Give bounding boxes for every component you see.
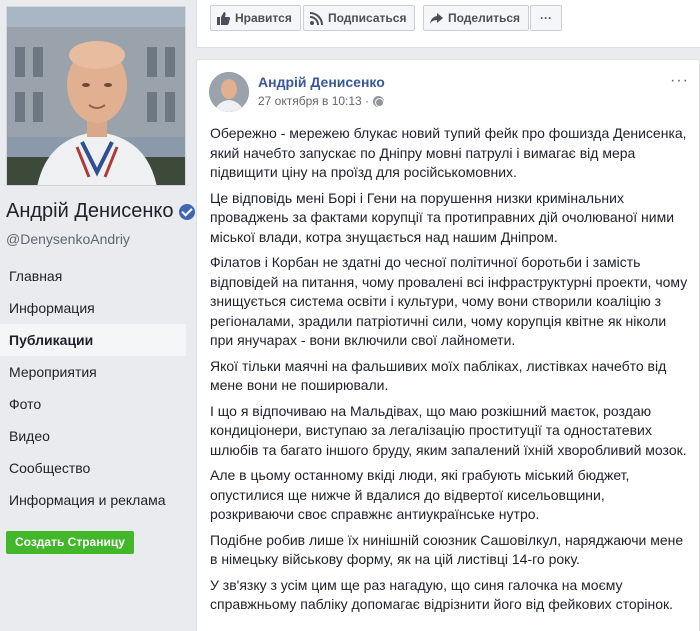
nav-item-posts[interactable]: Публикации: [0, 324, 186, 356]
post-menu-button[interactable]: ···: [670, 72, 689, 90]
post-card: Андрій Денисенко 27 октября в 10:13 · ··…: [196, 59, 700, 631]
nav-item-home[interactable]: Главная: [0, 260, 186, 292]
page-action-bar: Нравится Подписаться Поделиться ···: [196, 0, 700, 48]
subscribe-button[interactable]: Подписаться: [303, 5, 416, 31]
more-dots-icon: ···: [540, 11, 552, 25]
profile-photo-image: [7, 7, 185, 185]
nav-item-videos[interactable]: Видео: [0, 420, 186, 452]
subscribe-label: Подписаться: [328, 11, 407, 25]
page-nav: Главная Информация Публикации Мероприяти…: [0, 260, 186, 516]
profile-photo[interactable]: [6, 6, 186, 186]
post-paragraph: Філатов і Корбан не здатні до чесної пол…: [210, 254, 688, 348]
post-meta: 27 октября в 10:13 ·: [258, 94, 385, 108]
nav-item-photos[interactable]: Фото: [0, 388, 186, 420]
post-author-link[interactable]: Андрій Денисенко: [258, 74, 385, 90]
thumbs-up-icon: [217, 11, 230, 25]
share-button[interactable]: Поделиться: [423, 5, 530, 31]
post-paragraph: Обережно - мережею блукає новий тупий фе…: [210, 125, 687, 180]
left-column: Андрій Денисенко @DenysenkoAndriy Главна…: [0, 0, 195, 631]
nav-item-info-ads[interactable]: Информация и реклама: [0, 484, 186, 516]
like-label: Нравится: [235, 11, 292, 25]
nav-item-community[interactable]: Сообщество: [0, 452, 186, 484]
post-paragraph: Якої тільки маячні на фальшивих моїх паб…: [210, 357, 667, 394]
verified-badge-icon: [178, 203, 195, 220]
post-paragraph: І що я відпочиваю на Мальдівах, що маю р…: [210, 402, 687, 458]
share-label: Поделиться: [448, 11, 521, 25]
post-body: Обережно - мережею блукає новий тупий фе…: [210, 124, 688, 621]
page-username[interactable]: @DenysenkoAndriy: [6, 231, 130, 247]
post-timestamp[interactable]: 27 октября в 10:13 ·: [258, 94, 369, 108]
author-avatar-image: [209, 72, 249, 112]
post-paragraph: Подібне робив лише їх нинішній союзник С…: [210, 531, 684, 568]
globe-icon: [373, 95, 385, 107]
like-button[interactable]: Нравится: [210, 5, 301, 31]
post-paragraph: Але в цьому останному вкіді люди, які гр…: [210, 467, 630, 522]
nav-item-about[interactable]: Информация: [0, 292, 186, 324]
page-name-text: Андрій Денисенко: [6, 200, 174, 222]
author-avatar[interactable]: [209, 72, 249, 112]
page-name[interactable]: Андрій Денисенко: [6, 200, 195, 223]
more-options-button[interactable]: ···: [530, 5, 562, 31]
create-page-button[interactable]: Создать Страницу: [6, 531, 134, 554]
post-paragraph: Це відповідь мені Борі і Гени на порушен…: [210, 189, 675, 245]
rss-icon: [310, 11, 323, 25]
post-paragraph: У зв'язку з усім цим ще раз нагадую, що …: [210, 576, 674, 613]
nav-item-events[interactable]: Мероприятия: [0, 356, 186, 388]
share-arrow-icon: [430, 12, 443, 24]
